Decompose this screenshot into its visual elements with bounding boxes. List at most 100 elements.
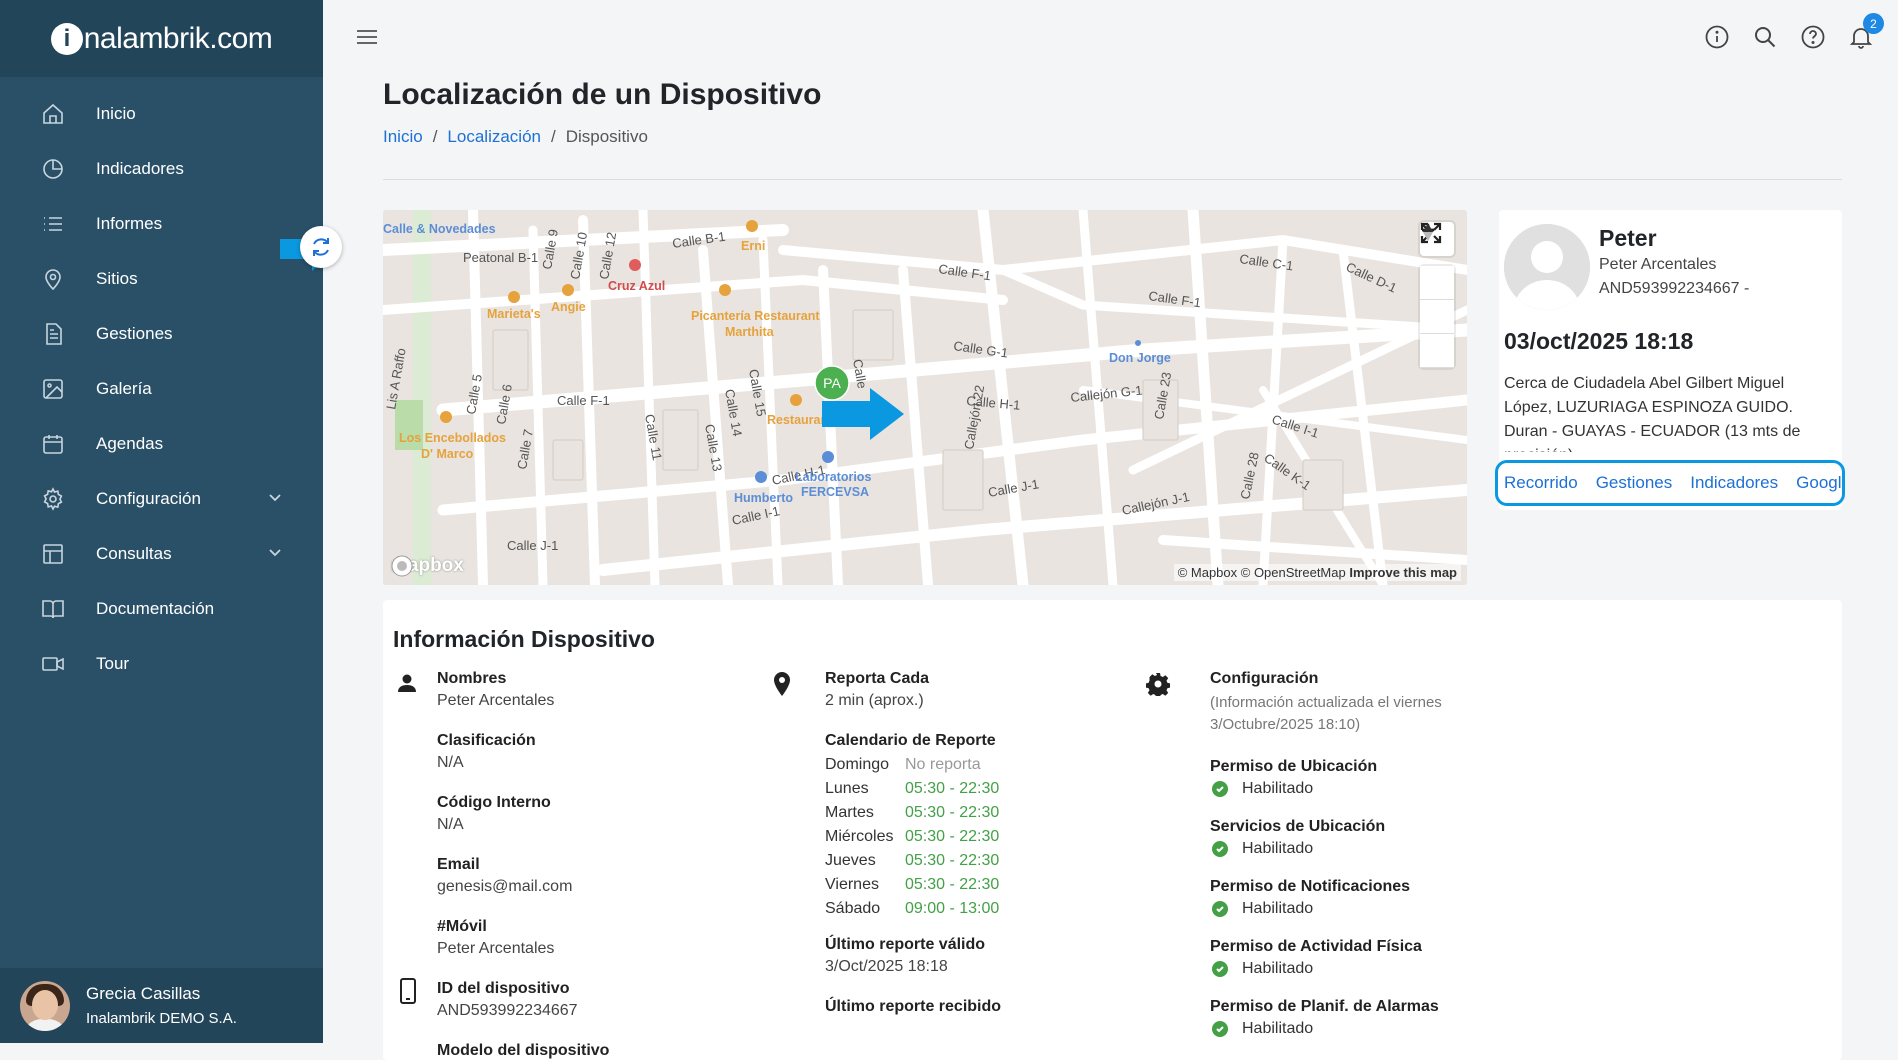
map-street-label: Calle F-1 — [557, 393, 610, 408]
notifications-bell-icon[interactable]: 2 — [1848, 13, 1884, 50]
device-id: AND593992234667 - — [1599, 280, 1750, 297]
sidebar-item-informes[interactable]: Informes — [0, 196, 323, 251]
avatar — [20, 980, 70, 1031]
logo-mark: i — [50, 22, 83, 55]
breadcrumb-separator: / — [432, 127, 438, 146]
zoom-in-button[interactable] — [1420, 224, 1454, 300]
improve-map-link[interactable]: Improve this map — [1349, 565, 1457, 580]
zoom-out-button[interactable] — [1420, 228, 1454, 334]
sidebar-item-indicadores[interactable]: Indicadores — [0, 141, 323, 196]
user-profile[interactable]: Grecia Casillas Inalambrik DEMO S.A. — [0, 968, 323, 1043]
map-poi-label: Cruz Azul — [608, 279, 665, 293]
hamburger-menu-icon[interactable] — [355, 26, 379, 53]
map-controls — [1420, 222, 1454, 368]
gestiones-link[interactable]: Gestiones — [1596, 473, 1673, 493]
sidebar-item-label: Gestiones — [96, 323, 173, 343]
field-label: Nombres — [437, 670, 507, 687]
breadcrumb-section-link[interactable]: Localización — [447, 127, 541, 146]
schedule-time: 09:00 - 13:00 — [905, 900, 1000, 917]
field-label: Configuración — [1210, 670, 1319, 687]
document-icon — [40, 321, 66, 347]
map-poi-label: Don Jorge — [1109, 351, 1171, 365]
google-link[interactable]: Google — [1796, 473, 1842, 493]
map-pin-icon — [40, 266, 66, 292]
home-icon — [40, 101, 66, 127]
map-poi-label: D' Marco — [421, 447, 474, 461]
indicadores-link[interactable]: Indicadores — [1690, 473, 1778, 493]
permission-label: Permiso de Ubicación — [1210, 758, 1378, 775]
brand-logo[interactable]: i nalambrik.com — [0, 0, 323, 77]
permission-status: Habilitado — [1210, 960, 1470, 978]
sidebar-item-label: Tour — [96, 653, 130, 673]
info-title: Información Dispositivo — [393, 626, 655, 652]
sidebar-item-tour[interactable]: Tour — [0, 636, 323, 691]
schedule-time: No reporta — [905, 756, 981, 773]
breadcrumb-current: Dispositivo — [565, 127, 648, 146]
permission-label: Permiso de Planif. de Alarmas — [1210, 998, 1439, 1015]
sidebar-item-label: Galería — [96, 378, 152, 398]
sidebar-item-documentacion[interactable]: Documentación — [0, 581, 323, 636]
check-icon — [1212, 841, 1228, 857]
schedule-day: Viernes — [825, 876, 879, 893]
sidebar-item-gestiones[interactable]: Gestiones — [0, 306, 323, 361]
field-label: Clasificación — [437, 732, 536, 749]
sidebar-item-galeria[interactable]: Galería — [0, 361, 323, 416]
permission-value: Habilitado — [1242, 1020, 1314, 1037]
sidebar-item-configuracion[interactable]: Configuración — [0, 471, 323, 526]
map-attribution: © Mapbox © OpenStreetMap Improve this ma… — [1173, 564, 1461, 581]
sidebar-item-sitios[interactable]: Sitios — [0, 251, 323, 306]
sidebar-item-agendas[interactable]: Agendas — [0, 416, 323, 471]
permission-label: Servicios de Ubicación — [1210, 818, 1386, 835]
map-poi-label: Angie — [551, 300, 586, 314]
map-poi-label: Erni — [741, 239, 765, 253]
annotation-arrow-icon — [822, 388, 904, 440]
schedule-day: Jueves — [825, 852, 876, 869]
sidebar-item-consultas[interactable]: Consultas — [0, 526, 323, 581]
location-pin-icon — [772, 672, 796, 696]
map-poi-label: Picantería Restaurant — [691, 309, 820, 323]
zoom-controls — [1420, 223, 1454, 368]
device-info-panel: Información Dispositivo Nombres Peter Arc… — [383, 600, 1842, 1060]
search-icon[interactable] — [1752, 24, 1778, 50]
field-value: AND593992234667 — [437, 1002, 578, 1019]
breadcrumb: Inicio / Localización / Dispositivo — [383, 127, 648, 147]
field-label: Último reporte válido — [825, 936, 986, 953]
field-label: Reporta Cada — [825, 670, 930, 687]
compass-button[interactable] — [1420, 223, 1454, 368]
sidebar-item-label: Indicadores — [96, 158, 184, 178]
field-label: Email — [437, 856, 480, 873]
schedule-time: 05:30 - 22:30 — [905, 780, 1000, 797]
field-value: N/A — [437, 816, 464, 833]
permission-status: Habilitado — [1210, 1020, 1470, 1038]
attribution-text[interactable]: © Mapbox © OpenStreetMap — [1178, 565, 1346, 580]
schedule-day: Miércoles — [825, 828, 894, 845]
schedule-day: Lunes — [825, 780, 869, 797]
recorrido-link[interactable]: Recorrido — [1504, 473, 1578, 493]
breadcrumb-separator: / — [550, 127, 556, 146]
chevron-down-icon — [267, 489, 283, 510]
schedule-time: 05:30 - 22:30 — [905, 852, 1000, 869]
map-view[interactable]: Calle B-1 Peatonal B-1 Calle 9 Calle 10 … — [383, 210, 1467, 585]
device-action-links: Recorrido Gestiones Indicadores Google — [1495, 460, 1845, 506]
calendar-icon — [40, 431, 66, 457]
last-report-datetime: 03/oct/2025 18:18 — [1504, 328, 1694, 354]
check-icon — [1212, 1021, 1228, 1037]
logo-text: nalambrik.com — [83, 21, 273, 55]
field-value: genesis@mail.com — [437, 878, 573, 895]
breadcrumb-home-link[interactable]: Inicio — [383, 127, 423, 146]
sidebar-item-inicio[interactable]: Inicio — [0, 86, 323, 141]
device-avatar — [1504, 224, 1590, 310]
info-column-identity: Nombres Peter Arcentales Clasificación N/A… — [437, 670, 737, 1060]
sidebar-item-label: Inicio — [96, 103, 136, 123]
field-value: N/A — [437, 754, 464, 771]
notification-badge: 2 — [1863, 13, 1884, 34]
help-icon[interactable] — [1800, 24, 1826, 50]
mapbox-logo[interactable]: mapbox — [391, 555, 464, 577]
image-icon — [40, 376, 66, 402]
info-icon[interactable] — [1704, 24, 1730, 50]
refresh-location-button[interactable] — [300, 226, 342, 268]
chevron-down-icon — [267, 544, 283, 565]
field-label: Último reporte recibido — [825, 998, 1002, 1015]
permission-status: Habilitado — [1210, 900, 1470, 918]
gear-icon — [40, 486, 66, 512]
